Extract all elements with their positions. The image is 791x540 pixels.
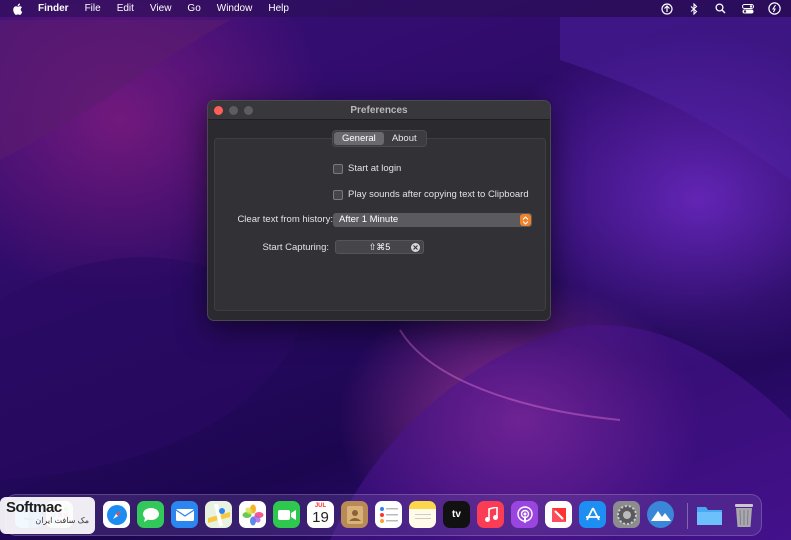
window-controls bbox=[214, 106, 253, 115]
cleaner-app-icon[interactable] bbox=[647, 501, 674, 528]
dock-separator bbox=[687, 503, 688, 529]
dock: JUL 19 tv bbox=[5, 494, 762, 536]
start-at-login-row[interactable]: Start at login bbox=[333, 163, 401, 174]
tab-general[interactable]: General bbox=[334, 132, 384, 145]
start-at-login-checkbox[interactable] bbox=[333, 163, 343, 174]
menu-view[interactable]: View bbox=[150, 0, 172, 17]
control-center-icon[interactable] bbox=[741, 2, 754, 15]
maps-icon[interactable] bbox=[205, 501, 232, 528]
notes-icon[interactable] bbox=[409, 501, 436, 528]
preferences-window: Preferences General About Start at login… bbox=[207, 100, 551, 321]
window-titlebar[interactable]: Preferences bbox=[208, 101, 550, 120]
bluetooth-icon[interactable] bbox=[687, 2, 700, 15]
trash-icon[interactable] bbox=[730, 501, 757, 528]
play-sounds-row[interactable]: Play sounds after copying text to Clipbo… bbox=[333, 189, 529, 200]
window-title: Preferences bbox=[350, 104, 408, 116]
start-capturing-label: Start Capturing: bbox=[262, 242, 329, 253]
menu-finder[interactable]: Finder bbox=[38, 0, 69, 17]
calendar-day: 19 bbox=[312, 509, 329, 526]
tv-icon[interactable]: tv bbox=[443, 501, 470, 528]
clear-shortcut-icon[interactable] bbox=[411, 243, 420, 252]
play-sounds-label: Play sounds after copying text to Clipbo… bbox=[348, 189, 529, 200]
contacts-icon[interactable] bbox=[341, 501, 368, 528]
shortcut-value: ⇧⌘5 bbox=[368, 242, 391, 252]
watermark-logo: Softmac مک سافت ایران bbox=[0, 497, 95, 534]
chevron-up-down-icon bbox=[520, 214, 531, 226]
tab-about[interactable]: About bbox=[384, 132, 425, 145]
menu-go[interactable]: Go bbox=[187, 0, 200, 17]
watermark-brand: Softmac bbox=[6, 499, 62, 516]
tv-label: tv bbox=[452, 509, 461, 520]
start-at-login-label: Start at login bbox=[348, 163, 402, 174]
zoom-window-button[interactable] bbox=[244, 106, 253, 115]
news-icon[interactable] bbox=[545, 501, 572, 528]
menu-file[interactable]: File bbox=[85, 0, 101, 17]
shortcut-recorder-field[interactable]: ⇧⌘5 bbox=[335, 240, 424, 254]
photos-icon[interactable] bbox=[239, 501, 266, 528]
search-icon[interactable] bbox=[714, 2, 727, 15]
reminders-icon[interactable] bbox=[375, 501, 402, 528]
facetime-icon[interactable] bbox=[273, 501, 300, 528]
clear-history-label: Clear text from history: bbox=[237, 214, 333, 225]
minimize-window-button[interactable] bbox=[229, 106, 238, 115]
app-store-icon[interactable] bbox=[579, 501, 606, 528]
menu-edit[interactable]: Edit bbox=[117, 0, 134, 17]
siri-icon[interactable] bbox=[768, 2, 781, 15]
airdrop-icon[interactable] bbox=[660, 2, 673, 15]
downloads-folder-icon[interactable] bbox=[696, 501, 723, 528]
podcasts-icon[interactable] bbox=[511, 501, 538, 528]
apple-menu-icon[interactable] bbox=[12, 3, 24, 15]
general-settings-panel: Start at login Play sounds after copying… bbox=[214, 138, 546, 311]
menu-bar-status-area bbox=[660, 2, 781, 15]
menu-bar: Finder File Edit View Go Window Help bbox=[0, 0, 791, 17]
clear-history-value: After 1 Minute bbox=[339, 214, 399, 225]
messages-icon[interactable] bbox=[137, 501, 164, 528]
music-icon[interactable] bbox=[477, 501, 504, 528]
watermark-subtitle: مک سافت ایران bbox=[35, 516, 89, 525]
preferences-tab-bar: General About bbox=[332, 130, 427, 147]
calendar-icon[interactable]: JUL 19 bbox=[307, 501, 334, 528]
mail-icon[interactable] bbox=[171, 501, 198, 528]
system-preferences-icon[interactable] bbox=[613, 501, 640, 528]
menu-help[interactable]: Help bbox=[268, 0, 289, 17]
clear-history-select[interactable]: After 1 Minute bbox=[333, 213, 532, 227]
play-sounds-checkbox[interactable] bbox=[333, 189, 343, 200]
menu-window[interactable]: Window bbox=[217, 0, 253, 17]
safari-icon[interactable] bbox=[103, 501, 130, 528]
close-window-button[interactable] bbox=[214, 106, 223, 115]
